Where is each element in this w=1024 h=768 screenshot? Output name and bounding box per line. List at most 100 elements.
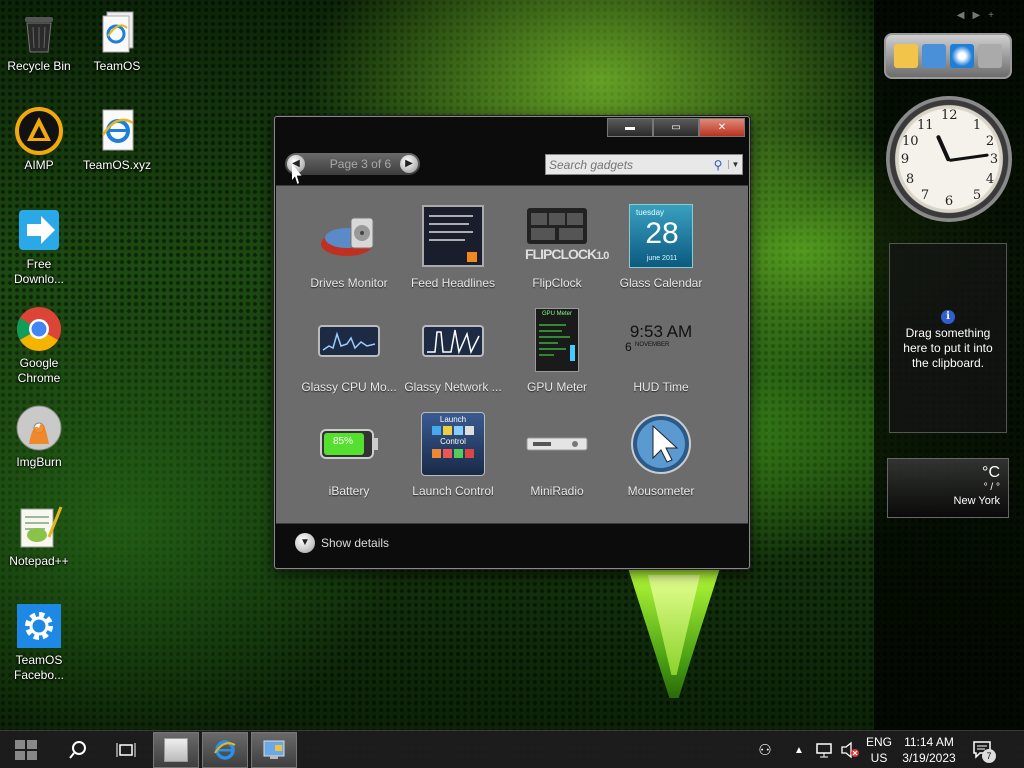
windows-logo-icon [15, 740, 37, 760]
gadget-gpu-meter[interactable]: GPU Meter GPU Meter [505, 308, 609, 394]
desktop-icon-label: ImgBurn [16, 455, 62, 469]
hud-day: 6 [625, 340, 632, 354]
start-button[interactable] [8, 731, 44, 768]
maximize-button[interactable]: ▭ [653, 118, 699, 137]
weather-gadget[interactable]: °C ° / ° New York [887, 458, 1009, 518]
task-view-icon [116, 743, 136, 757]
search-button[interactable] [60, 731, 96, 768]
search-gadgets-box[interactable]: ⚲ ▼ [545, 154, 743, 175]
notepad-plus-plus-icon [15, 503, 63, 551]
clipboard-gadget[interactable]: i Drag something here to put it into the… [889, 243, 1007, 433]
desktop-icon-label: Google Chrome [17, 356, 61, 385]
desktop-icon-aimp[interactable]: AIMP [0, 107, 78, 173]
desktop-icon-google-chrome[interactable]: Google Chrome [0, 305, 78, 386]
chrome-icon [15, 305, 63, 353]
desktop-icon-notepad-plus-plus[interactable]: Notepad++ [0, 503, 78, 569]
clock-hour-hand [935, 134, 951, 162]
gadget-label: GPU Meter [526, 380, 587, 394]
page-indicator: Page 3 of 6 [329, 157, 392, 171]
gadget-label: Glass Calendar [619, 276, 703, 290]
cpu-graph-icon [317, 308, 381, 372]
desktop-icon-label: AIMP [24, 158, 54, 172]
language-code: ENG [865, 735, 892, 749]
taskbar-app-gadgets[interactable] [251, 732, 297, 768]
gadget-gallery-window: ▬ ▭ ✕ ◀ Page 3 of 6 ▶ ⚲ ▼ Drives Monitor… [274, 116, 750, 569]
folder-icon[interactable] [894, 44, 918, 68]
search-input[interactable] [546, 155, 708, 174]
info-icon: i [941, 310, 955, 324]
gadgets-icon [263, 740, 285, 759]
gadget-hud-time[interactable]: 9:53 AM 6 NOVEMBER HUD Time [609, 308, 713, 394]
page-navigator: ◀ Page 3 of 6 ▶ [285, 153, 420, 175]
hud-month: NOVEMBER [635, 342, 670, 348]
show-details-toggle[interactable]: ▼ Show details [295, 533, 389, 553]
show-hidden-icons-button[interactable]: ▲ [790, 731, 808, 768]
input-language[interactable]: ENG US [862, 734, 896, 766]
clock-date[interactable]: 11:14 AM 3/19/2023 [898, 734, 960, 766]
gadget-label: Launch Control [412, 484, 494, 498]
taskbar-date: 3/19/2023 [902, 751, 956, 765]
desktop-icon-label: Free Downlo... [13, 257, 65, 286]
gadget-drives-monitor[interactable]: Drives Monitor [297, 204, 401, 290]
desktop-icon-teamos-facebook[interactable]: TeamOS Facebo... [0, 602, 78, 683]
computer-icon[interactable] [922, 44, 946, 68]
clock-gadget[interactable]: 12 1 2 3 4 5 6 7 8 9 10 11 [886, 96, 1012, 222]
calendar-day: 28 [645, 217, 679, 250]
next-page-button[interactable]: ▶ [400, 155, 418, 173]
desktop-icon-label: TeamOS [93, 59, 141, 73]
task-view-button[interactable] [108, 731, 144, 768]
weather-range: ° / ° [983, 482, 1000, 493]
desktop-icon-recycle-bin[interactable]: Recycle Bin [0, 8, 78, 74]
gadget-feed-headlines[interactable]: Feed Headlines [401, 204, 505, 290]
desktop-icon-teamos-xyz[interactable]: TeamOS.xyz [78, 107, 156, 173]
close-button[interactable]: ✕ [699, 118, 745, 137]
taskbar: ⚇ ▲ ENG US 11:14 AM 3/19/2023 7 [0, 730, 1024, 768]
mousometer-icon [629, 412, 693, 476]
desktop-icon-label: TeamOS Facebo... [13, 653, 65, 682]
hud-time-icon: 9:53 AM 6 NOVEMBER [625, 308, 693, 372]
drives-monitor-icon [317, 204, 381, 268]
network-icon[interactable] [812, 731, 836, 768]
desktop-icon-label: TeamOS.xyz [82, 158, 151, 172]
gadget-glassy-cpu-monitor[interactable]: Glassy CPU Mo... [297, 308, 401, 394]
notification-count-badge: 7 [982, 749, 996, 763]
gadget-glassy-network-monitor[interactable]: Glassy Network ... [401, 308, 505, 394]
gadget-label: FlipClock [532, 276, 582, 290]
launch-control-icon: Launch Control [421, 412, 485, 476]
taskbar-app-internet-explorer[interactable] [202, 732, 248, 768]
clock-numeral: 6 [944, 194, 954, 209]
desktop-icon-teamos[interactable]: TeamOS [78, 8, 156, 74]
desktop-icon-label: Notepad++ [9, 554, 69, 568]
gadget-miniradio[interactable]: MiniRadio [505, 412, 609, 498]
clock-numeral: 1 [972, 118, 982, 133]
clock-numeral: 5 [972, 188, 982, 203]
clock-numeral: 12 [941, 108, 958, 123]
chevron-down-icon[interactable]: ▼ [728, 160, 742, 169]
gadget-launch-control[interactable]: Launch Control Launch Control [401, 412, 505, 498]
gadget-label: iBattery [328, 484, 370, 498]
hud-time-value: 9:53 AM [629, 322, 693, 341]
internet-explorer-icon[interactable] [950, 44, 974, 68]
launch-control-gadget[interactable] [884, 33, 1012, 79]
desktop-icon-free-download[interactable]: Free Downlo... [0, 206, 78, 287]
taskbar-app-file[interactable] [153, 732, 199, 768]
show-details-label: Show details [321, 536, 390, 550]
volume-muted-icon[interactable] [838, 731, 862, 768]
disc-flame-icon [15, 404, 63, 452]
gadget-glass-calendar[interactable]: tuesday 28 june 2011 Glass Calendar [609, 204, 713, 290]
gadget-mousometer[interactable]: Mousometer [609, 412, 713, 498]
internet-explorer-icon [93, 107, 141, 155]
radio-icon [525, 412, 589, 476]
desktop-icon-imgburn[interactable]: ImgBurn [0, 404, 78, 470]
action-center-button[interactable]: 7 [968, 731, 998, 768]
minimize-button[interactable]: ▬ [607, 118, 653, 137]
sidebar-nav-arrows[interactable]: ◀▶+ [957, 10, 1002, 21]
gadget-ibattery[interactable]: 85% iBattery [297, 412, 401, 498]
region-code: US [870, 751, 888, 765]
recycle-bin-icon[interactable] [978, 44, 1002, 68]
gadget-flipclock[interactable]: FLIPCLOCK1.0 FlipClock [505, 204, 609, 290]
people-button[interactable]: ⚇ [750, 731, 780, 768]
search-icon[interactable]: ⚲ [708, 158, 728, 172]
gadget-label: Feed Headlines [410, 276, 496, 290]
clock-numeral: 2 [985, 134, 995, 149]
